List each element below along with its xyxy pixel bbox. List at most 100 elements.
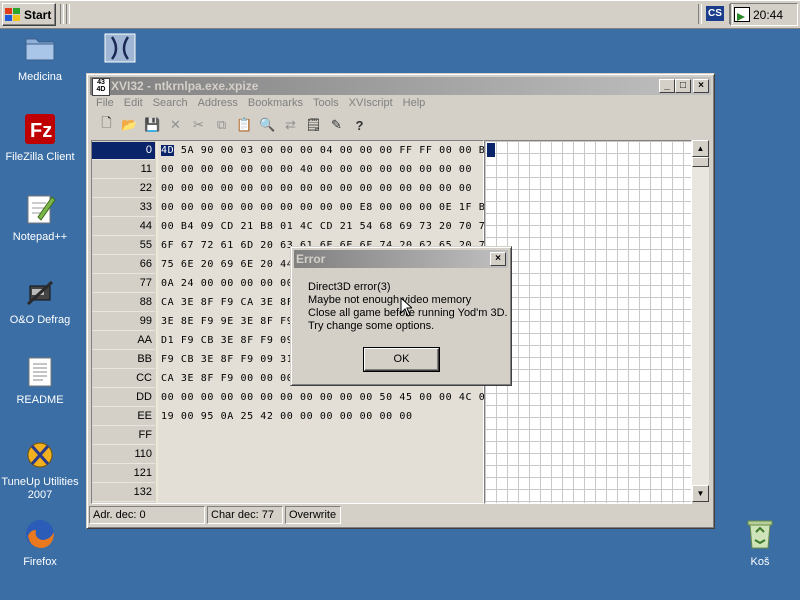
status-mode: Overwrite bbox=[285, 506, 341, 524]
menu-search[interactable]: Search bbox=[153, 97, 188, 113]
properties-icon[interactable]: 🗒 bbox=[302, 116, 325, 134]
toolbar: 🗋 📂 💾 ✕ ✂ ⧉ 📋 🔍 ⇄ 🗒 ✎? bbox=[95, 115, 371, 136]
scroll-down-icon[interactable]: ▼ bbox=[692, 485, 709, 502]
address-cell: 55 bbox=[92, 237, 155, 255]
address-cell: 88 bbox=[92, 294, 155, 312]
hex-row[interactable]: 0A 24 00 00 00 00 00 bbox=[161, 274, 293, 293]
hex-row-bytes: 5A 90 00 03 00 00 00 04 00 00 00 FF FF 0… bbox=[180, 145, 493, 156]
menu-file[interactable]: File bbox=[96, 97, 114, 113]
taskbar-separator bbox=[66, 4, 70, 24]
hex-row[interactable]: 00 00 00 00 00 00 00 00 00 00 00 00 00 0… bbox=[161, 179, 472, 198]
new-file-icon[interactable]: 🗋 bbox=[95, 115, 118, 134]
scroll-up-icon[interactable]: ▲ bbox=[692, 140, 709, 157]
clock[interactable]: 20:44 bbox=[753, 8, 783, 22]
desktop-icon-label: README bbox=[16, 394, 64, 406]
notepadpp-icon bbox=[24, 193, 56, 225]
address-cell: 11 bbox=[92, 161, 155, 179]
status-address: Adr. dec: 0 bbox=[89, 506, 205, 524]
desktop-icon-label: Koš bbox=[750, 556, 770, 568]
window-titlebar[interactable]: 43 4D XVI32 - ntkrnlpa.exe.xpize _ □ × bbox=[90, 77, 711, 96]
desktop-icon-medicina[interactable]: Medicina bbox=[0, 33, 80, 84]
hex-cursor-byte[interactable]: 4D bbox=[161, 145, 175, 156]
hex-row[interactable]: 75 6E 20 69 6E 20 44 bbox=[161, 255, 293, 274]
desktop-icon-label: Medicina bbox=[17, 71, 63, 83]
vertical-scrollbar[interactable]: ▲ ▼ bbox=[692, 140, 709, 502]
hex-row[interactable]: 00 00 00 00 00 00 00 40 00 00 00 00 00 0… bbox=[161, 160, 472, 179]
dialog-line: Direct3D error(3) bbox=[308, 281, 391, 293]
xvi32-app-icon: 43 4D bbox=[92, 78, 110, 96]
desktop-icon-label: TuneUp Utilities 2007 bbox=[1, 476, 79, 501]
cut-icon[interactable]: ✂ bbox=[187, 116, 210, 134]
address-cell: 0 bbox=[92, 142, 155, 160]
taskbar: Start CS 20:44 bbox=[0, 0, 800, 29]
ok-button[interactable]: OK bbox=[364, 348, 439, 371]
context-help-icon[interactable]: ? bbox=[348, 116, 371, 134]
copy-icon[interactable]: ⧉ bbox=[210, 116, 233, 134]
dialog-close-button[interactable]: × bbox=[490, 252, 506, 266]
delete-icon[interactable]: ✕ bbox=[164, 116, 187, 134]
dialog-line: Try change some options. bbox=[308, 320, 435, 332]
address-cell: DD bbox=[92, 389, 155, 407]
desktop-icon-defrag[interactable]: O&O Defrag bbox=[0, 276, 80, 327]
open-folder-icon[interactable]: 📂 bbox=[118, 116, 141, 134]
paste-icon[interactable]: 📋 bbox=[233, 116, 256, 134]
maximize-button[interactable]: □ bbox=[675, 79, 691, 93]
desktop-icon-readme[interactable]: README bbox=[0, 356, 80, 407]
defrag-icon bbox=[24, 276, 56, 308]
hex-row[interactable]: CA 3E 8F F9 CA 3E 8F bbox=[161, 293, 293, 312]
address-cell: BB bbox=[92, 351, 155, 369]
address-cell: EE bbox=[92, 408, 155, 426]
address-cell: 77 bbox=[92, 275, 155, 293]
window-title: XVI32 - ntkrnlpa.exe.xpize bbox=[111, 79, 259, 93]
desktop-icon-firefox[interactable]: Firefox bbox=[0, 518, 80, 569]
desktop-icon-notepadpp[interactable]: Notepad++ bbox=[0, 193, 80, 244]
hex-row[interactable]: D1 F9 CB 3E 8F F9 09 bbox=[161, 331, 293, 350]
language-indicator[interactable]: CS bbox=[706, 6, 724, 21]
hex-row[interactable]: F9 CB 3E 8F F9 09 31 bbox=[161, 350, 293, 369]
menu-help[interactable]: Help bbox=[403, 97, 426, 113]
hex-row[interactable]: 3E 8E F9 9E 3E 8F F9 bbox=[161, 312, 293, 331]
menubar: File Edit Search Address Bookmarks Tools… bbox=[91, 97, 430, 113]
start-label: Start bbox=[24, 7, 52, 22]
menu-bookmarks[interactable]: Bookmarks bbox=[248, 97, 303, 113]
tray-app-icon[interactable] bbox=[734, 7, 750, 22]
address-cell: CC bbox=[92, 370, 155, 388]
hex-row[interactable]: CA 3E 8F F9 00 00 00 bbox=[161, 369, 293, 388]
desktop-icon-tuneup[interactable]: TuneUp Utilities 2007 bbox=[0, 438, 80, 502]
hex-row[interactable]: 19 00 95 0A 25 42 00 00 00 00 00 00 00 bbox=[161, 407, 413, 426]
menu-xviscript[interactable]: XVIscript bbox=[349, 97, 393, 113]
address-cell: 121 bbox=[92, 465, 155, 483]
menu-edit[interactable]: Edit bbox=[124, 97, 143, 113]
script-icon[interactable]: ✎ bbox=[325, 116, 348, 134]
scroll-thumb[interactable] bbox=[692, 157, 709, 167]
hex-row[interactable]: 00 B4 09 CD 21 B8 01 4C CD 21 54 68 69 7… bbox=[161, 217, 492, 236]
hex-row[interactable]: 00 00 00 00 00 00 00 00 00 00 00 50 45 0… bbox=[161, 388, 492, 407]
char-pane[interactable] bbox=[484, 140, 692, 504]
desktop-icon-shortcut[interactable] bbox=[80, 33, 160, 71]
dialog-titlebar[interactable]: Error × bbox=[294, 250, 508, 268]
address-cell: 66 bbox=[92, 256, 155, 274]
menu-address[interactable]: Address bbox=[198, 97, 238, 113]
close-button[interactable]: × bbox=[693, 79, 709, 93]
minimize-button[interactable]: _ bbox=[659, 79, 675, 93]
address-cell: 99 bbox=[92, 313, 155, 331]
address-cell: 132 bbox=[92, 484, 155, 502]
menu-tools[interactable]: Tools bbox=[313, 97, 339, 113]
start-button[interactable]: Start bbox=[2, 3, 56, 26]
filezilla-icon: Fz bbox=[24, 113, 56, 145]
find-icon[interactable]: 🔍 bbox=[256, 116, 279, 134]
hex-row[interactable]: 00 00 00 00 00 00 00 00 00 00 E8 00 00 0… bbox=[161, 198, 512, 217]
recycle-bin-icon bbox=[744, 518, 776, 550]
desktop-icon-filezilla[interactable]: Fz FileZilla Client bbox=[0, 113, 80, 164]
svg-text:Fz: Fz bbox=[30, 120, 52, 142]
save-icon[interactable]: 💾 bbox=[141, 116, 164, 134]
mouse-pointer-icon bbox=[400, 297, 412, 317]
folder-icon bbox=[24, 33, 56, 65]
system-tray: 20:44 bbox=[730, 3, 798, 26]
replace-icon[interactable]: ⇄ bbox=[279, 116, 302, 134]
desktop-icon-label: Firefox bbox=[23, 556, 57, 568]
taskbar-separator bbox=[698, 4, 702, 24]
address-column: 0 11 22 33 44 55 66 77 88 99 AA BB CC DD EE FF 110 121 132 bbox=[92, 141, 156, 503]
hex-row[interactable]: 4D 5A 90 00 03 00 00 00 04 00 00 00 FF F… bbox=[161, 141, 492, 160]
desktop-icon-recycle-bin[interactable]: Koš bbox=[720, 518, 800, 569]
